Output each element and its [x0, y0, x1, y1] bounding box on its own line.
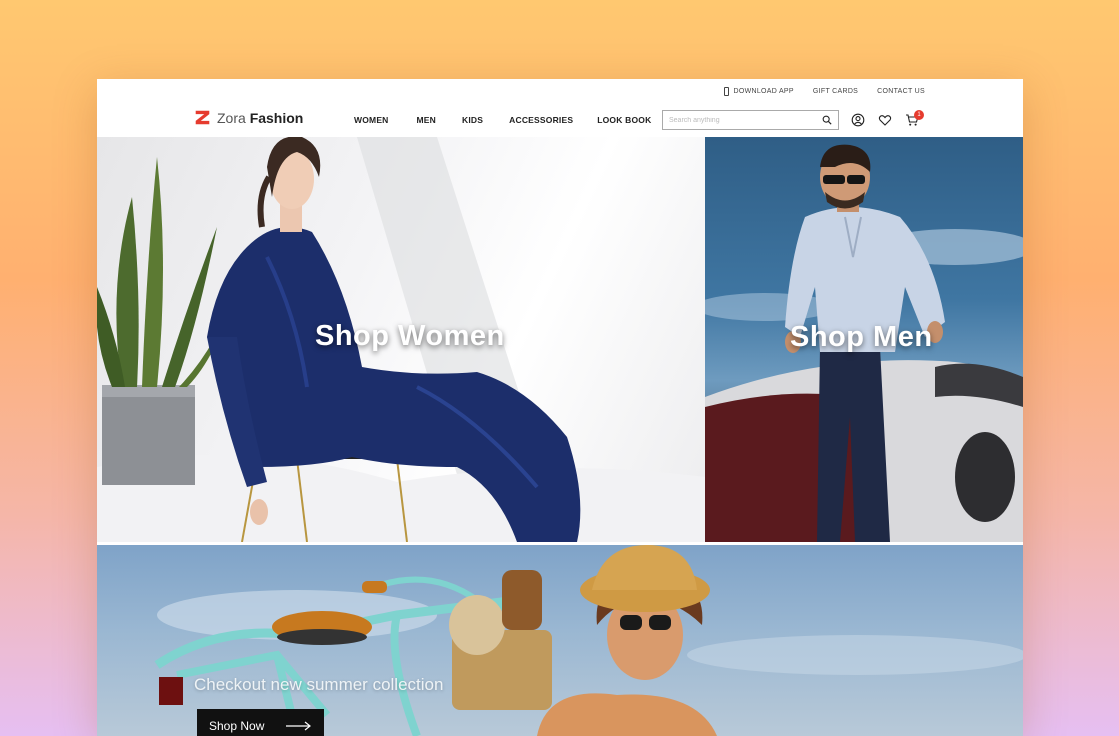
main-nav: WOMEN MEN KIDS ACCESSORIES LOOK BOOK	[354, 115, 651, 125]
shop-men-title[interactable]: Shop Men	[790, 321, 933, 354]
summer-collection-banner: Checkout new summer collection Shop Now	[97, 545, 1023, 736]
download-app-label: DOWNLOAD APP	[733, 87, 794, 95]
summer-hero-image	[154, 545, 1023, 736]
shop-now-label: Shop Now	[209, 719, 265, 733]
heart-icon[interactable]	[878, 113, 892, 127]
shop-women-panel[interactable]: Shop Women	[97, 137, 705, 542]
gift-cards-link[interactable]: GIFT CARDS	[813, 88, 858, 95]
site-logo[interactable]: Zora Fashion	[194, 109, 303, 126]
contact-us-label: CONTACT US	[877, 87, 925, 95]
nav-item-women[interactable]: WOMEN	[354, 115, 389, 125]
nav-item-look-book[interactable]: LOOK BOOK	[597, 115, 651, 125]
download-app-link[interactable]: DOWNLOAD APP	[724, 86, 794, 96]
summer-collection-text: Checkout new summer collection	[194, 675, 444, 694]
logo-text-bold: Fashion	[249, 109, 304, 126]
shop-men-panel[interactable]: Shop Men	[705, 137, 1023, 542]
cart-count-badge: 1	[914, 110, 924, 120]
nav-item-kids[interactable]: KIDS	[462, 115, 483, 125]
arrow-right-icon	[286, 721, 312, 731]
shop-now-button[interactable]: Shop Now	[197, 709, 324, 736]
phone-icon	[724, 86, 730, 96]
utility-bar: DOWNLOAD APP GIFT CARDS CONTACT US	[97, 79, 1023, 103]
logo-text: Zora Fashion	[217, 110, 303, 126]
nav-item-accessories[interactable]: ACCESSORIES	[509, 115, 573, 125]
search-icon[interactable]	[822, 115, 832, 125]
logo-mark-icon	[195, 110, 210, 125]
contact-us-link[interactable]: CONTACT US	[877, 88, 925, 95]
shop-women-title[interactable]: Shop Women	[315, 320, 505, 353]
gift-cards-label: GIFT CARDS	[812, 87, 859, 95]
search-input[interactable]	[669, 116, 822, 124]
user-icon[interactable]	[851, 113, 865, 127]
logo-text-light: Zora	[217, 109, 246, 126]
browser-frame: DOWNLOAD APP GIFT CARDS CONTACT US Zora …	[97, 79, 1023, 736]
main-header: Zora Fashion WOMEN MEN KIDS ACCESSORIES …	[97, 103, 1023, 137]
search-box	[662, 110, 839, 130]
nav-item-men[interactable]: MEN	[417, 115, 437, 125]
